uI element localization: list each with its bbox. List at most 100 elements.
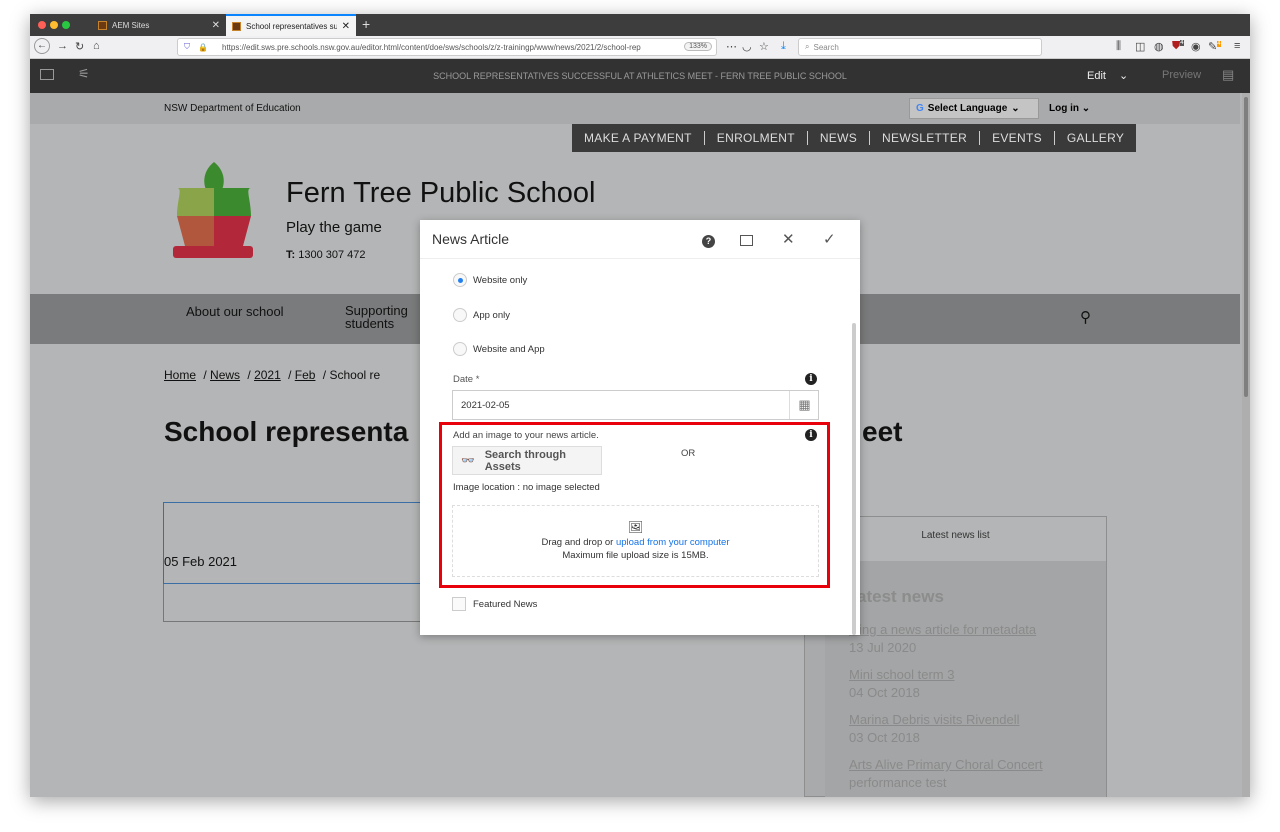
breadcrumb-feb[interactable]: Feb	[295, 368, 316, 382]
info-icon[interactable]: i	[805, 429, 817, 441]
breadcrumb-home[interactable]: Home	[164, 368, 196, 382]
calendar-icon[interactable]: ▦	[789, 391, 819, 419]
login-button[interactable]: Log in ⌄	[1049, 103, 1090, 114]
latest-news-date: performance test	[849, 775, 947, 790]
breadcrumb-2021[interactable]: 2021	[254, 368, 281, 382]
minimize-window-button[interactable]	[50, 21, 58, 29]
dialog-header: News Article ? ✕ ✓	[420, 220, 860, 259]
navigation-toolbar: ← → ↻ ⌂ ⛉ 🔒 https://edit.sws.pre.schools…	[30, 36, 1250, 59]
close-tab-icon[interactable]: ✕	[342, 21, 350, 32]
tab-aem-sites[interactable]: AEM Sites ✕	[92, 14, 226, 36]
latest-news-link[interactable]: Mini school term 3	[849, 667, 954, 682]
sidebar-icon[interactable]: ◫	[1135, 40, 1145, 53]
dialog-title: News Article	[432, 231, 510, 247]
close-icon[interactable]: ✕	[782, 230, 795, 248]
article-date-component[interactable]: 05 Feb 2021	[163, 502, 423, 584]
upload-link[interactable]: upload from your computer	[616, 537, 730, 548]
account-icon[interactable]: ◉	[1191, 40, 1201, 53]
maximize-window-button[interactable]	[62, 21, 70, 29]
extension-icon[interactable]: ✎4	[1208, 40, 1221, 53]
article-date: 05 Feb 2021	[164, 554, 238, 569]
lock-warning-icon: 🔒	[198, 42, 208, 52]
select-language-label: Select Language	[927, 103, 1008, 114]
breadcrumb-current: School re	[329, 368, 381, 382]
bookmark-star-icon[interactable]: ☆	[759, 40, 769, 53]
url-text: https://edit.sws.pre.schools.nsw.gov.au/…	[222, 42, 641, 52]
binoculars-icon: 👓	[461, 455, 475, 467]
menu-events[interactable]: EVENTS	[980, 131, 1055, 145]
article-heading-end: eet	[862, 416, 903, 447]
department-label: NSW Department of Education	[164, 103, 301, 114]
menu-enrolment[interactable]: ENROLMENT	[705, 131, 808, 145]
breadcrumb-news[interactable]: News	[210, 368, 240, 382]
pocket-icon[interactable]: ◡	[742, 40, 752, 53]
chevron-down-icon: ⌄	[1119, 70, 1129, 82]
component-placeholder[interactable]	[163, 584, 423, 622]
browser-window: AEM Sites ✕ School representatives succe…	[30, 14, 1250, 797]
menu-news[interactable]: NEWS	[808, 131, 871, 145]
tab-label: School representatives success	[246, 21, 337, 31]
drop-zone[interactable]: 🖼 Drag and drop or upload from your comp…	[452, 505, 819, 577]
radio-label: Website and App	[473, 344, 545, 355]
select-language-dropdown[interactable]: G Select Language ⌄	[909, 98, 1039, 119]
nav-supporting-students[interactable]: Supporting students	[345, 304, 425, 330]
annotations-icon[interactable]: ▤	[1222, 67, 1234, 83]
extension-globe-icon[interactable]: ◍	[1154, 40, 1164, 53]
article-heading: School representa	[164, 416, 409, 447]
tab-label: AEM Sites	[112, 20, 150, 30]
search-input[interactable]: ⌕ Search	[798, 38, 1042, 56]
dialog-scrollbar[interactable]	[852, 323, 856, 635]
mode-selector[interactable]: Edit ⌄	[1087, 69, 1128, 82]
tab-school-representatives[interactable]: School representatives success ✕	[226, 14, 356, 36]
image-label: Add an image to your news article.	[453, 430, 599, 441]
preview-button[interactable]: Preview	[1162, 69, 1201, 81]
mode-label: Edit	[1087, 70, 1106, 82]
back-button[interactable]: ←	[34, 38, 50, 54]
new-tab-button[interactable]: +	[362, 16, 370, 32]
close-tab-icon[interactable]: ✕	[212, 20, 220, 31]
forward-button[interactable]: →	[57, 40, 68, 52]
search-icon: ⌕	[805, 42, 810, 51]
radio-label: Website only	[473, 275, 528, 286]
radio-website-only[interactable]	[453, 273, 467, 287]
menu-hamburger-icon[interactable]: ≡	[1234, 40, 1240, 52]
menu-make-a-payment[interactable]: MAKE A PAYMENT	[572, 131, 705, 145]
utility-menu: MAKE A PAYMENT ENROLMENT NEWS NEWSLETTER…	[572, 124, 1137, 152]
help-icon[interactable]: ?	[702, 235, 715, 248]
latest-news-link[interactable]: Arts Alive Primary Choral Concert	[849, 757, 1043, 772]
phone-label: T:	[286, 249, 296, 261]
info-icon[interactable]: i	[805, 373, 817, 385]
page-scrollbar[interactable]	[1242, 93, 1250, 797]
featured-news-label: Featured News	[473, 599, 538, 610]
date-field[interactable]: 2021-02-05 ▦	[452, 390, 819, 420]
nav-about-our-school[interactable]: About our school	[186, 304, 284, 319]
featured-news-checkbox[interactable]	[452, 597, 466, 611]
menu-gallery[interactable]: GALLERY	[1055, 131, 1136, 145]
url-bar[interactable]: ⛉ 🔒 https://edit.sws.pre.schools.nsw.gov…	[177, 38, 717, 56]
radio-website-and-app[interactable]	[453, 342, 467, 356]
phone-number[interactable]: 1300 307 472	[298, 249, 365, 261]
zoom-level[interactable]: 133%	[684, 42, 712, 51]
news-article-dialog: News Article ? ✕ ✓ Website only App only…	[420, 220, 860, 635]
tab-bar: AEM Sites ✕ School representatives succe…	[30, 14, 1250, 36]
latest-news-date: 03 Oct 2018	[849, 730, 920, 745]
home-button[interactable]: ⌂	[93, 40, 100, 52]
extension-shield-icon[interactable]: ⛊4	[1172, 40, 1184, 53]
done-check-icon[interactable]: ✓	[823, 230, 836, 248]
latest-news-link[interactable]: sting a news article for metadata	[849, 622, 1036, 637]
menu-newsletter[interactable]: NEWSLETTER	[870, 131, 981, 145]
latest-news-link[interactable]: Marina Debris visits Rivendell	[849, 712, 1020, 727]
close-window-button[interactable]	[38, 21, 46, 29]
reload-button[interactable]: ↻	[75, 40, 84, 53]
search-assets-button[interactable]: 👓 Search through Assets	[452, 446, 602, 475]
library-icon[interactable]: ⫼	[1116, 40, 1121, 53]
download-icon[interactable]: ⤓	[781, 40, 786, 53]
aem-favicon-icon	[98, 20, 107, 30]
breadcrumb: Home / News / 2021 / Feb / School re	[164, 368, 381, 382]
login-label: Log in	[1049, 103, 1079, 114]
radio-app-only[interactable]	[453, 308, 467, 322]
search-icon[interactable]: ⚲	[1080, 308, 1091, 326]
latest-news-date: 13 Jul 2020	[849, 640, 917, 655]
more-actions-icon[interactable]: ⋯	[726, 40, 737, 53]
fullscreen-icon[interactable]	[740, 235, 753, 246]
